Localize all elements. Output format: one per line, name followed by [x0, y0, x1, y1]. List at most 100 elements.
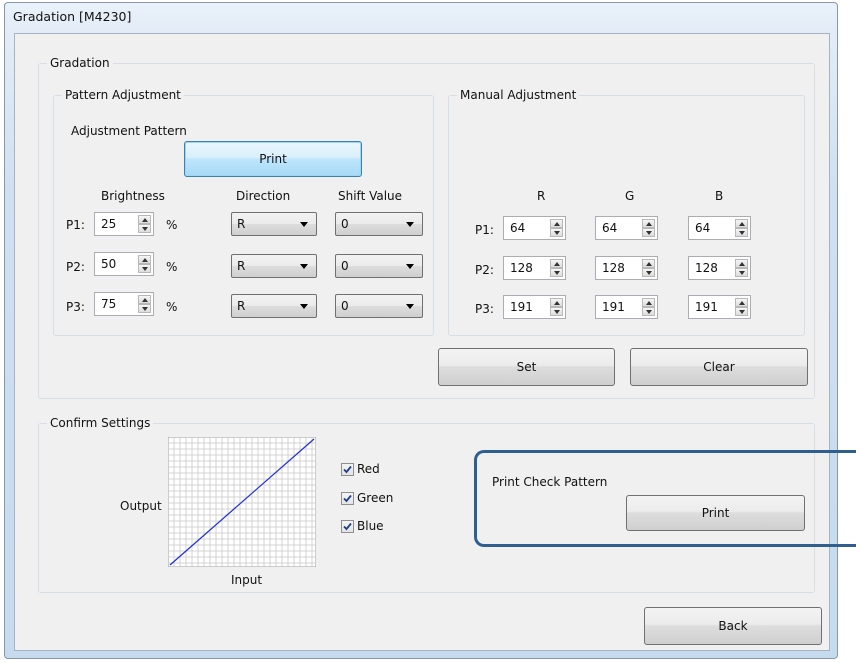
spin-up-icon[interactable]	[735, 298, 748, 307]
spin-down-icon[interactable]	[550, 228, 563, 237]
brightness-p3-spinner[interactable]: 75	[94, 292, 154, 316]
red-checkbox[interactable]: Red	[341, 462, 380, 476]
direction-p1-value: R	[237, 217, 246, 231]
spin-up-icon[interactable]	[642, 298, 655, 307]
percent-unit: %	[166, 300, 178, 314]
pattern-row-label: P2:	[66, 260, 85, 274]
checkmark-icon	[341, 491, 354, 505]
manual-p2-b-spinner[interactable]: 128	[688, 256, 751, 280]
clear-button[interactable]: Clear	[630, 348, 808, 386]
manual-p2-b-value: 128	[695, 261, 718, 275]
manual-p2-r-spinner[interactable]: 128	[503, 256, 566, 280]
chevron-down-icon	[300, 222, 308, 227]
checkmark-icon	[341, 519, 354, 533]
chevron-down-icon	[406, 304, 414, 309]
b-header: B	[715, 189, 724, 203]
pattern-adjustment-label: Pattern Adjustment	[62, 88, 184, 102]
spin-up-icon[interactable]	[735, 219, 748, 228]
chevron-down-icon	[406, 222, 414, 227]
clear-button-label: Clear	[703, 360, 735, 374]
spin-down-icon[interactable]	[735, 268, 748, 277]
r-header: R	[537, 189, 546, 203]
spin-up-icon[interactable]	[550, 219, 563, 228]
manual-p3-g-spinner[interactable]: 191	[595, 295, 658, 319]
manual-row-label: P3:	[475, 302, 494, 316]
adjustment-pattern-label: Adjustment Pattern	[71, 124, 187, 138]
blue-checkbox[interactable]: Blue	[341, 519, 384, 533]
spin-down-icon[interactable]	[138, 304, 151, 313]
manual-row-label: P2:	[475, 263, 494, 277]
set-button[interactable]: Set	[438, 348, 615, 386]
print-adjustment-pattern-button[interactable]: Print	[184, 141, 362, 177]
manual-p1-b-spinner[interactable]: 64	[688, 216, 751, 240]
shift-value-p3-value: 0	[341, 299, 349, 313]
manual-p3-g-value: 191	[602, 300, 625, 314]
spin-up-icon[interactable]	[735, 259, 748, 268]
shift-value-header: Shift Value	[338, 189, 403, 203]
green-checkbox[interactable]: Green	[341, 491, 393, 505]
spin-up-icon[interactable]	[550, 259, 563, 268]
brightness-p1-spinner[interactable]: 25	[94, 212, 154, 236]
shift-value-p2-select[interactable]: 0	[335, 254, 423, 278]
spin-up-icon[interactable]	[138, 255, 151, 264]
brightness-p2-spinner[interactable]: 50	[94, 252, 154, 276]
manual-adjustment-label: Manual Adjustment	[457, 88, 580, 102]
dialog-client-area: Gradation Pattern Adjustment Adjustment …	[14, 33, 830, 651]
spin-down-icon[interactable]	[138, 264, 151, 273]
manual-p2-g-spinner[interactable]: 128	[595, 256, 658, 280]
direction-p3-select[interactable]: R	[231, 294, 317, 318]
manual-p2-g-value: 128	[602, 261, 625, 275]
manual-p3-r-value: 191	[510, 300, 533, 314]
gradation-curve-graph	[168, 437, 316, 567]
percent-unit: %	[166, 218, 178, 232]
spin-up-icon[interactable]	[138, 295, 151, 304]
shift-value-p1-value: 0	[341, 217, 349, 231]
pattern-row-label: P1:	[66, 218, 85, 232]
manual-p1-g-spinner[interactable]: 64	[595, 216, 658, 240]
manual-p2-r-value: 128	[510, 261, 533, 275]
brightness-p3-value: 75	[101, 297, 117, 311]
spin-down-icon[interactable]	[550, 307, 563, 316]
output-axis-label: Output	[120, 499, 162, 513]
shift-value-p1-select[interactable]: 0	[335, 212, 423, 236]
red-checkbox-label: Red	[357, 462, 380, 476]
highlight-callout	[474, 450, 856, 547]
chevron-down-icon	[300, 264, 308, 269]
spin-down-icon[interactable]	[642, 228, 655, 237]
title-bar: Gradation [M4230]	[5, 3, 837, 31]
chevron-down-icon	[406, 264, 414, 269]
percent-unit: %	[166, 260, 178, 274]
set-button-label: Set	[516, 360, 537, 374]
g-header: G	[625, 189, 635, 203]
spin-down-icon[interactable]	[642, 307, 655, 316]
manual-p1-r-value: 64	[510, 221, 526, 235]
manual-p3-r-spinner[interactable]: 191	[503, 295, 566, 319]
back-button[interactable]: Back	[644, 607, 822, 645]
direction-p2-value: R	[237, 259, 246, 273]
brightness-p2-value: 50	[101, 257, 117, 271]
spin-down-icon[interactable]	[735, 228, 748, 237]
manual-p1-b-value: 64	[695, 221, 711, 235]
spin-up-icon[interactable]	[642, 219, 655, 228]
spin-up-icon[interactable]	[642, 259, 655, 268]
spin-down-icon[interactable]	[735, 307, 748, 316]
pattern-row-label: P3:	[66, 300, 85, 314]
green-checkbox-label: Green	[357, 491, 394, 505]
direction-p2-select[interactable]: R	[231, 254, 317, 278]
direction-header: Direction	[236, 189, 291, 203]
input-axis-label: Input	[231, 573, 263, 587]
shift-value-p2-value: 0	[341, 259, 349, 273]
spin-up-icon[interactable]	[550, 298, 563, 307]
shift-value-p3-select[interactable]: 0	[335, 294, 423, 318]
spin-down-icon[interactable]	[550, 268, 563, 277]
manual-p3-b-spinner[interactable]: 191	[688, 295, 751, 319]
spin-down-icon[interactable]	[138, 224, 151, 233]
direction-p1-select[interactable]: R	[231, 212, 317, 236]
gradation-group-label: Gradation	[47, 56, 113, 70]
chevron-down-icon	[300, 304, 308, 309]
manual-p1-r-spinner[interactable]: 64	[503, 216, 566, 240]
brightness-header: Brightness	[101, 189, 165, 203]
spin-up-icon[interactable]	[138, 215, 151, 224]
spin-down-icon[interactable]	[642, 268, 655, 277]
confirm-settings-label: Confirm Settings	[47, 416, 154, 430]
